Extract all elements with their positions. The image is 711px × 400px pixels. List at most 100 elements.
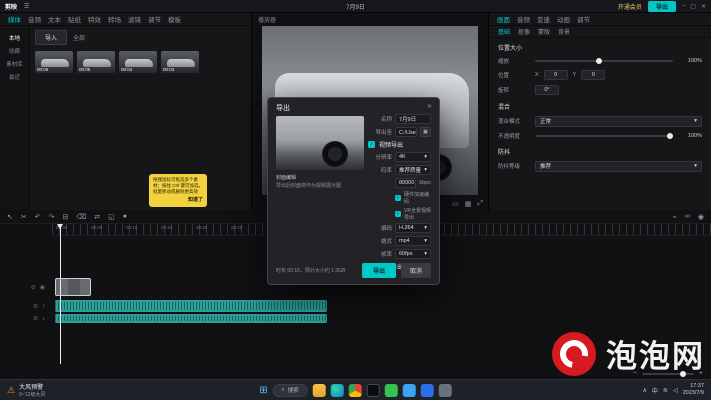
folder-icon[interactable]: ▣ [420, 127, 431, 137]
blend-mode-dropdown[interactable]: 正常 ▾ [535, 116, 702, 127]
lock-icon[interactable]: ⊘ [33, 315, 38, 322]
tab-filter[interactable]: 滤镜 [128, 14, 141, 24]
crop-icon[interactable]: ◱ [108, 213, 115, 221]
blade-icon[interactable]: ✂ [21, 213, 27, 221]
codec-dropdown[interactable]: H.264 ▾ [395, 223, 431, 233]
tab-speed[interactable]: 变速 [537, 14, 550, 24]
volume-icon[interactable]: ◁ [673, 387, 678, 394]
export-button[interactable]: 导出 [648, 1, 676, 12]
tab-audio-props[interactable]: 音频 [517, 14, 530, 24]
audio-clip[interactable] [55, 314, 327, 323]
tab-picture[interactable]: 画面 [497, 14, 510, 24]
tab-media[interactable]: 媒体 [8, 14, 21, 24]
tab-effect[interactable]: 特效 [88, 14, 101, 24]
taskbar-icon-capcut[interactable] [367, 384, 380, 397]
media-thumbnail[interactable]: 00:05 [77, 51, 115, 73]
vip-link[interactable]: 开通会员 [618, 2, 642, 11]
dialog-cancel-button[interactable]: 取消 [401, 263, 431, 278]
dialog-export-button[interactable]: 导出 [362, 263, 396, 278]
resolution-dropdown[interactable]: 4K ▾ [395, 152, 431, 162]
taskbar-icon-store[interactable] [421, 384, 434, 397]
format-dropdown[interactable]: mp4 ▾ [395, 236, 431, 246]
media-thumbnail[interactable]: 00:04 [119, 51, 157, 73]
vr-checkbox[interactable]: ✓ [395, 211, 401, 217]
tab-sticker[interactable]: 贴纸 [68, 14, 81, 24]
taskbar-search[interactable]: ⌕ 搜索 [273, 384, 308, 397]
scale-slider[interactable] [535, 60, 673, 62]
pos-x-input[interactable]: 0 [544, 70, 568, 80]
close-icon[interactable]: ✕ [427, 103, 432, 110]
taskbar-icon-qq[interactable] [403, 384, 416, 397]
split-icon[interactable]: ⊟ [63, 213, 69, 221]
stabilize-dropdown[interactable]: 推荐 ▾ [535, 161, 702, 172]
media-thumbnail[interactable]: 00:06 [35, 51, 73, 73]
preview-axis-icon[interactable]: ◉ [698, 213, 704, 221]
sidebar-item-favorites[interactable]: 收藏 [9, 47, 20, 55]
taskbar-icon-file-explorer[interactable] [313, 384, 326, 397]
hw-accel-checkbox[interactable]: ✓ [395, 195, 401, 201]
tab-adjust-props[interactable]: 调节 [577, 14, 590, 24]
lock-icon[interactable]: ⊘ [31, 284, 36, 291]
fullscreen-icon[interactable]: ⤢ [477, 200, 483, 208]
mute-icon[interactable]: ♪ [42, 303, 45, 309]
close-icon[interactable]: ✕ [701, 3, 706, 10]
eye-icon[interactable]: ◉ [40, 284, 45, 291]
tab-text[interactable]: 文本 [48, 14, 61, 24]
bitrate-number-input[interactable]: 80000 [395, 178, 416, 188]
subtab-mask[interactable]: 蒙版 [538, 27, 550, 36]
tray-chevron-icon[interactable]: ∧ [643, 387, 647, 394]
minimize-icon[interactable]: – [682, 3, 685, 10]
network-icon[interactable]: ≋ [663, 387, 668, 394]
taskbar-clock[interactable]: 17:37 2023/7/9 [683, 383, 704, 397]
subtab-cutout[interactable]: 抠像 [518, 27, 530, 36]
path-input[interactable]: C:/Users/pc/Videos/7月9日 [395, 127, 417, 137]
cover-thumbnail[interactable] [276, 116, 364, 170]
sidebar-item-local[interactable]: 本地 [9, 34, 20, 42]
sidebar-item-library[interactable]: 素材库 [6, 60, 23, 68]
taskbar-icon-wechat[interactable] [385, 384, 398, 397]
tab-template[interactable]: 模板 [168, 14, 181, 24]
pos-y-input[interactable]: 0 [581, 70, 605, 80]
delete-icon[interactable]: ⌫ [76, 213, 86, 221]
subtab-basic[interactable]: 基础 [498, 27, 510, 36]
taskbar-icon-settings[interactable] [439, 384, 452, 397]
mute-icon[interactable]: ♪ [42, 316, 45, 322]
start-button[interactable]: ⊞ [259, 385, 267, 396]
project-title[interactable]: 7月9日 [346, 2, 365, 11]
media-thumbnail[interactable]: 00:03 [161, 51, 199, 73]
opacity-slider[interactable] [535, 135, 673, 137]
cursor-icon[interactable]: ↖ [7, 213, 13, 221]
filter-all[interactable]: 全部 [73, 33, 85, 42]
mirror-icon[interactable]: ⇄ [94, 213, 100, 221]
taskbar-icon-chrome[interactable] [349, 384, 362, 397]
ratio-icon[interactable]: ▭ [452, 200, 459, 208]
rotate-input[interactable]: 0° [535, 85, 559, 95]
record-icon[interactable]: ● [123, 213, 127, 220]
subtab-background[interactable]: 背景 [558, 27, 570, 36]
video-export-checkbox[interactable]: ✓ [368, 141, 375, 148]
sidebar-item-recent[interactable]: 最近 [9, 73, 20, 81]
cover-edit-label[interactable]: 封面编辑 [276, 174, 364, 182]
taskbar-icon-edge[interactable] [331, 384, 344, 397]
lock-icon[interactable]: ⊘ [33, 303, 38, 310]
tab-transition[interactable]: 转场 [108, 14, 121, 24]
redo-icon[interactable]: ↷ [49, 213, 55, 221]
ime-indicator[interactable]: 中 [652, 386, 658, 395]
menu-icon[interactable]: ☰ [24, 3, 29, 10]
link-icon[interactable]: ∞ [685, 213, 690, 221]
undo-icon[interactable]: ↶ [35, 213, 41, 221]
playhead[interactable] [60, 224, 61, 364]
name-input[interactable]: 7月9日 [395, 114, 431, 124]
grid-icon[interactable]: ▦ [465, 200, 472, 208]
bitrate-dropdown[interactable]: 推荐质量 ▾ [395, 165, 431, 175]
import-button[interactable]: 导入 [35, 30, 67, 45]
weather-widget[interactable]: ⚠ 大风预警 9~12级大风 [7, 382, 167, 398]
audio-clip[interactable] [55, 300, 327, 312]
tab-adjust[interactable]: 调节 [148, 14, 161, 24]
fps-dropdown[interactable]: 60fps ▾ [395, 249, 431, 259]
tooltip-dismiss-button[interactable]: 知道了 [153, 197, 203, 204]
tab-audio[interactable]: 音频 [28, 14, 41, 24]
snap-icon[interactable]: ⌁ [673, 213, 677, 221]
tab-animation[interactable]: 动画 [557, 14, 570, 24]
maximize-icon[interactable]: ▢ [690, 3, 696, 10]
